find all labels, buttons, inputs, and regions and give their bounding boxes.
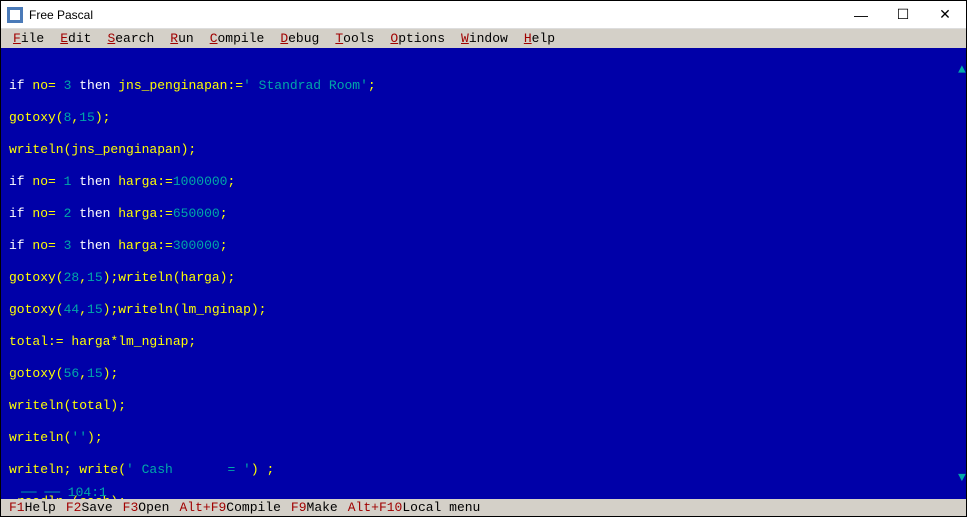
sb-altf10-key[interactable]: Alt+F10 — [348, 500, 403, 515]
editor-frame: [■]═════════════════════════════════════… — [1, 48, 966, 499]
sb-f1-key[interactable]: F1 — [9, 500, 25, 515]
menu-file[interactable]: File — [5, 31, 52, 46]
sb-f2-key[interactable]: F2 — [66, 500, 82, 515]
menu-compile[interactable]: Compile — [202, 31, 273, 46]
menu-tools[interactable]: Tools — [327, 31, 382, 46]
sb-localmenu-label[interactable]: Local menu — [402, 500, 480, 515]
menu-options[interactable]: Options — [382, 31, 453, 46]
vertical-scrollbar[interactable]: ▲ ▼ — [958, 62, 966, 485]
cursor-position: ── ── 104:1 ════════════════════════════… — [21, 485, 966, 499]
close-button[interactable]: ✕ — [924, 1, 966, 29]
menu-edit[interactable]: Edit — [52, 31, 99, 46]
editor-area[interactable]: [■]═════════════════════════════════════… — [1, 48, 966, 499]
sb-f3-key[interactable]: F3 — [123, 500, 139, 515]
sb-altf9-key[interactable]: Alt+F9 — [179, 500, 226, 515]
menu-window[interactable]: Window — [453, 31, 516, 46]
titlebar-buttons: — ☐ ✕ — [840, 1, 966, 29]
menu-run[interactable]: Run — [162, 31, 201, 46]
sb-open-label[interactable]: Open — [138, 500, 169, 515]
sb-help-label[interactable]: Help — [25, 500, 56, 515]
frame-bottom: ── ── 104:1 ════════════════════════════… — [1, 485, 966, 499]
maximize-button[interactable]: ☐ — [882, 1, 924, 29]
sb-save-label[interactable]: Save — [81, 500, 112, 515]
menubar: File Edit Search Run Compile Debug Tools… — [1, 29, 966, 48]
statusbar: F1 Help F2 Save F3 Open Alt+F9 Compile F… — [1, 499, 966, 516]
frame-top: [■]═════════════════════════════════════… — [1, 48, 966, 62]
sb-make-label[interactable]: Make — [307, 500, 338, 515]
window: Free Pascal — ☐ ✕ File Edit Search Run C… — [0, 0, 967, 517]
window-title: Free Pascal — [29, 8, 840, 22]
scroll-down-icon[interactable]: ▼ — [958, 470, 966, 485]
scroll-up-icon[interactable]: ▲ — [958, 62, 966, 77]
menu-search[interactable]: Search — [99, 31, 162, 46]
sb-compile-label[interactable]: Compile — [226, 500, 281, 515]
menu-help[interactable]: Help — [516, 31, 563, 46]
app-icon — [7, 7, 23, 23]
menu-debug[interactable]: Debug — [272, 31, 327, 46]
minimize-button[interactable]: — — [840, 1, 882, 29]
kw-if: if — [9, 78, 25, 93]
code-content[interactable]: if no= 3 then jns_penginapan:=' Standrad… — [9, 62, 958, 485]
titlebar[interactable]: Free Pascal — ☐ ✕ — [1, 1, 966, 29]
sb-f9-key[interactable]: F9 — [291, 500, 307, 515]
